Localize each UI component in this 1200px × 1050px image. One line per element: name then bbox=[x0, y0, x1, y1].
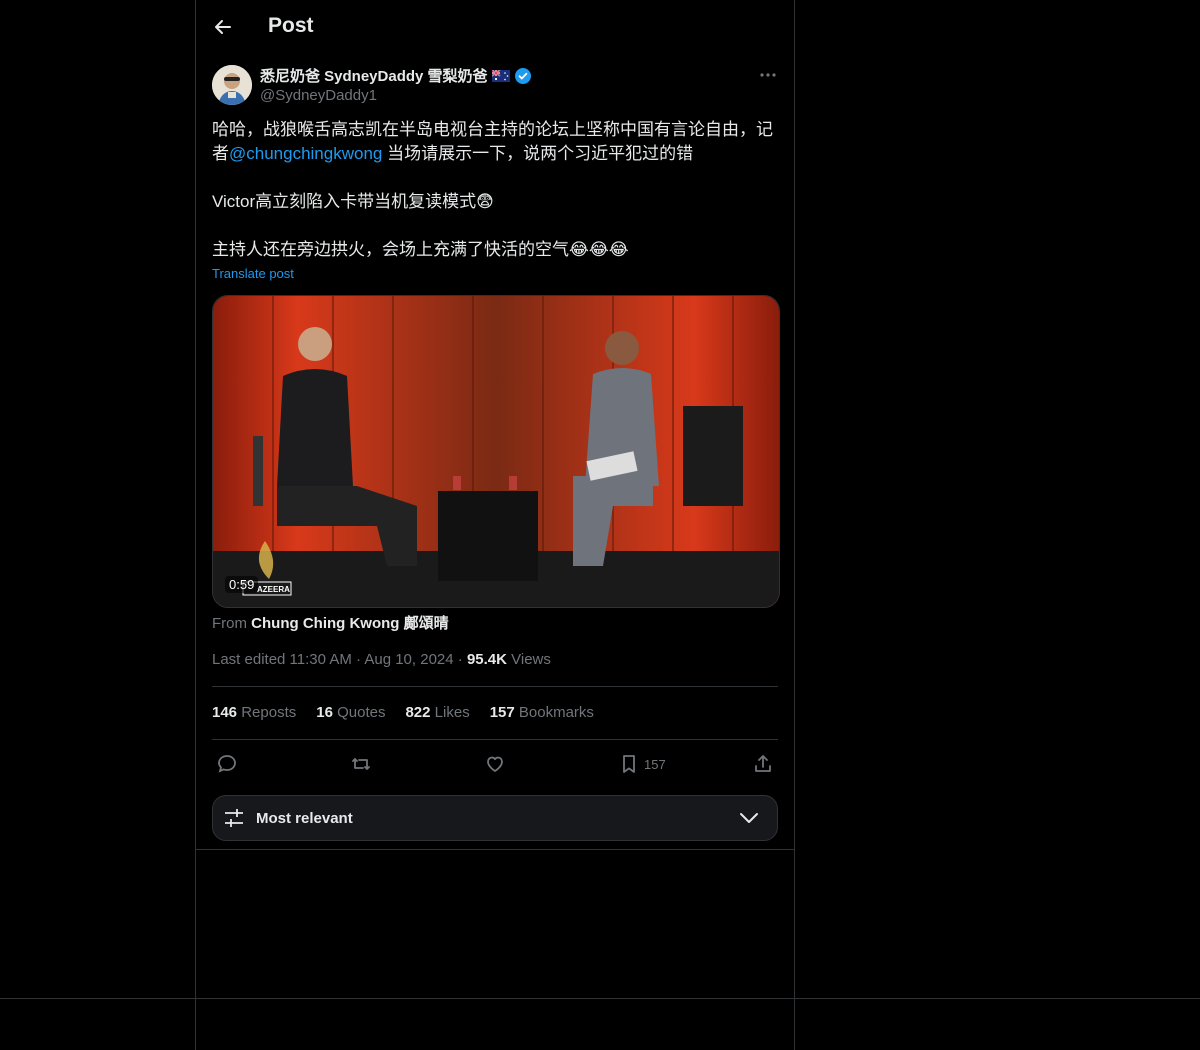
edited-timestamp[interactable]: Last edited 11:30 AM bbox=[212, 651, 352, 668]
video-thumbnail: AZEERA bbox=[213, 296, 779, 607]
verified-badge-icon bbox=[514, 67, 531, 84]
video-duration: 0:59 bbox=[225, 576, 259, 593]
reply-icon bbox=[218, 755, 236, 773]
tweet-meta: Last edited 11:30 AM · Aug 10, 2024 · 95… bbox=[212, 651, 551, 668]
more-options-button[interactable] bbox=[756, 64, 780, 86]
share-button[interactable] bbox=[752, 752, 774, 776]
views-count: 95.4K bbox=[466, 651, 507, 668]
tweet-paragraph-1: 哈哈，战狼喉舌高志凯在半岛电视台主持的论坛上坚称中国有言论自由，记者@chung… bbox=[212, 120, 773, 163]
page-header: Post bbox=[196, 0, 794, 54]
engagement-stats: 146 Reposts 16 Quotes 822 Likes 157 Book… bbox=[212, 704, 594, 721]
media-source: From Chung Ching Kwong 鄺頌晴 bbox=[212, 615, 449, 632]
reposts-stat[interactable]: 146 Reposts bbox=[212, 704, 296, 721]
tweet-date[interactable]: Aug 10, 2024 bbox=[364, 651, 453, 668]
tweet-text: 哈哈，战狼喉舌高志凯在半岛电视台主持的论坛上坚称中国有言论自由，记者@chung… bbox=[212, 118, 778, 286]
bookmark-count: 157 bbox=[644, 756, 666, 772]
bookmark-button[interactable]: 157 bbox=[618, 752, 666, 776]
main-column: Post 悉尼奶爸 SydneyDaddy 雪梨奶爸 @SydneyDaddy1 bbox=[195, 0, 795, 1050]
likes-stat[interactable]: 822 Likes bbox=[405, 704, 469, 721]
repost-button[interactable] bbox=[350, 752, 372, 776]
author-display-name[interactable]: 悉尼奶爸 SydneyDaddy 雪梨奶爸 bbox=[260, 65, 488, 86]
sort-label: Most relevant bbox=[256, 810, 353, 827]
bookmarks-stat[interactable]: 157 Bookmarks bbox=[490, 704, 594, 721]
back-button[interactable] bbox=[208, 12, 238, 42]
page-title: Post bbox=[268, 14, 314, 37]
tweet-paragraph-3: 主持人还在旁边拱火，会场上充满了快活的空气😂😂😂 bbox=[212, 240, 629, 259]
chevron-down-icon bbox=[740, 813, 758, 823]
quotes-stat[interactable]: 16 Quotes bbox=[316, 704, 385, 721]
heart-icon bbox=[487, 756, 503, 772]
more-horizontal-icon bbox=[760, 73, 776, 77]
bookmark-icon bbox=[623, 755, 635, 773]
media-source-name[interactable]: Chung Ching Kwong 鄺頌晴 bbox=[251, 615, 448, 632]
reply-button[interactable] bbox=[216, 752, 238, 776]
author-handle[interactable]: @SydneyDaddy1 bbox=[260, 87, 377, 104]
divider bbox=[212, 686, 778, 687]
video-player[interactable]: AZEERA 0:59 bbox=[212, 295, 780, 608]
mention-link[interactable]: @chungchingkwong bbox=[229, 144, 382, 163]
divider bbox=[212, 739, 778, 740]
divider bbox=[196, 849, 794, 850]
australia-flag-icon bbox=[491, 69, 510, 82]
sliders-icon bbox=[225, 809, 243, 827]
views-label: Views bbox=[511, 651, 551, 668]
avatar[interactable] bbox=[212, 65, 252, 105]
reply-sort-dropdown[interactable]: Most relevant bbox=[212, 795, 778, 841]
channel-watermark: AZEERA bbox=[257, 585, 290, 594]
arrow-left-icon bbox=[215, 20, 231, 34]
author-name-row[interactable]: 悉尼奶爸 SydneyDaddy 雪梨奶爸 bbox=[260, 65, 532, 86]
repost-icon bbox=[352, 758, 370, 770]
like-button[interactable] bbox=[484, 752, 506, 776]
translate-post-link[interactable]: Translate post bbox=[212, 266, 294, 281]
share-icon bbox=[755, 755, 771, 772]
tweet-paragraph-2: Victor高立刻陷入卡带当机复读模式😨 bbox=[212, 192, 494, 211]
